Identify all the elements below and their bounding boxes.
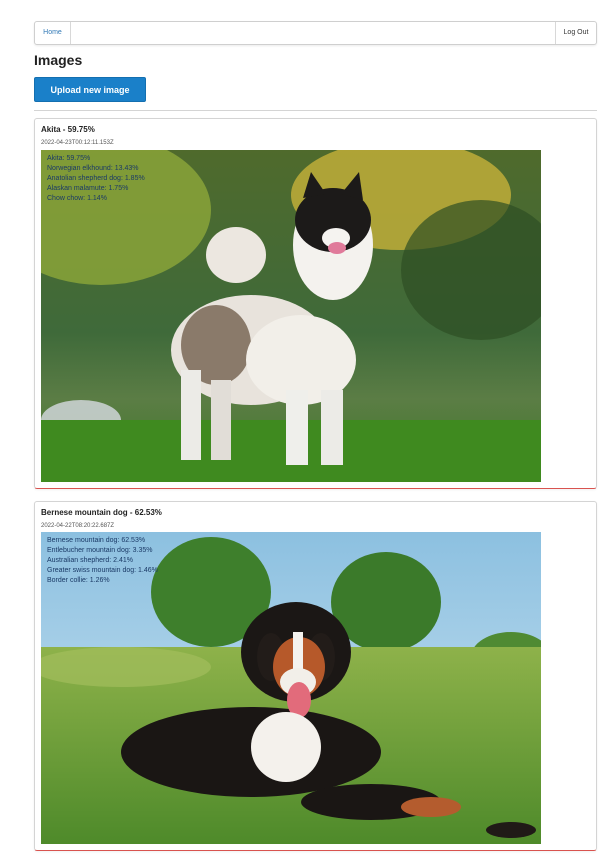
prediction-overlay: Bernese mountain dog: 62.53% Entlebucher… [47, 536, 158, 586]
image-card-bernese: Bernese mountain dog - 62.53% 2022-04-22… [34, 501, 597, 851]
home-link[interactable]: Home [35, 22, 71, 44]
card-timestamp: 2022-04-22T08:20:22.687Z [41, 523, 115, 529]
dog-photo: Bernese mountain dog: 62.53% Entlebucher… [41, 532, 541, 844]
prediction-line: Greater swiss mountain dog: 1.46% [47, 567, 158, 574]
prediction-line: Alaskan malamute: 1.75% [47, 185, 129, 192]
prediction-line: Entlebucher mountain dog: 3.35% [47, 547, 153, 554]
prediction-line: Chow chow: 1.14% [47, 195, 107, 202]
top-navbar: Home Log Out [34, 21, 597, 45]
prediction-line: Anatolian shepherd dog: 1.85% [47, 175, 145, 182]
prediction-line: Bernese mountain dog: 62.53% [47, 537, 146, 544]
image-card-akita: Akita - 59.75% 2022-04-23T00:12:11.153Z [34, 118, 597, 489]
card-title: Akita - 59.75% [41, 125, 95, 134]
divider [34, 110, 597, 111]
card-timestamp: 2022-04-23T00:12:11.153Z [41, 140, 114, 146]
prediction-line: Border collie: 1.26% [47, 577, 110, 584]
logout-button[interactable]: Log Out [555, 22, 596, 44]
card-title: Bernese mountain dog - 62.53% [41, 508, 162, 517]
dog-photo: Akita: 59.75% Norwegian elkhound: 13.43%… [41, 150, 541, 482]
page-title: Images [34, 52, 83, 68]
prediction-line: Australian shepherd: 2.41% [47, 557, 133, 564]
prediction-line: Akita: 59.75% [47, 155, 91, 162]
prediction-line: Norwegian elkhound: 13.43% [47, 165, 139, 172]
upload-new-image-button[interactable]: Upload new image [34, 77, 146, 102]
prediction-overlay: Akita: 59.75% Norwegian elkhound: 13.43%… [47, 154, 145, 204]
